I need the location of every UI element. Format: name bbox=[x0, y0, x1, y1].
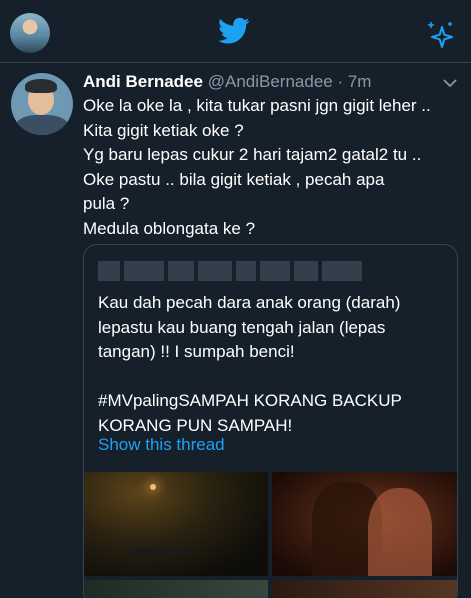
quoted-text-line: Kau dah pecah dara anak orang (darah) bbox=[98, 293, 401, 312]
media-image-1[interactable] bbox=[84, 472, 268, 576]
quoted-text-line: tangan) !! I sumpah benci! bbox=[98, 342, 295, 361]
tweet-timestamp[interactable]: · 7m bbox=[337, 72, 371, 91]
media-grid bbox=[84, 472, 457, 598]
quoted-text-line bbox=[98, 365, 448, 390]
quoted-tweet-card[interactable]: Kau dah pecah dara anak orang (darah) le… bbox=[83, 244, 458, 598]
quoted-tweet-text: Kau dah pecah dara anak orang (darah) le… bbox=[98, 291, 448, 438]
tweet-text-line: Oke la oke la , kita tukar pasni jgn gig… bbox=[83, 96, 431, 115]
tweet-text-line: Yg baru lepas cukur 2 hari tajam2 gatal2… bbox=[83, 145, 422, 164]
chevron-down-icon[interactable] bbox=[443, 78, 457, 88]
twitter-bird-icon[interactable] bbox=[218, 17, 250, 45]
media-image-4[interactable] bbox=[272, 580, 457, 598]
tweet-text-line: Oke pastu .. bila gigit ketiak , pecah a… bbox=[83, 169, 385, 189]
profile-avatar-button[interactable] bbox=[10, 13, 50, 53]
media-image-3[interactable] bbox=[84, 580, 268, 598]
tweet-text-line: Medula oblongata ke ? bbox=[83, 218, 256, 238]
author-handle[interactable]: @AndiBernadee bbox=[208, 72, 333, 91]
quoted-author-blurred bbox=[98, 261, 378, 281]
twitter-app: Andi Bernadee @AndiBernadee · 7m Oke la … bbox=[0, 0, 471, 598]
tweet-header: Andi Bernadee @AndiBernadee · 7m bbox=[83, 72, 371, 92]
quoted-text-line: #MVpalingSAMPAH KORANG BACKUP bbox=[98, 391, 402, 410]
media-image-2[interactable] bbox=[272, 472, 457, 576]
top-bar bbox=[0, 0, 471, 63]
author-display-name[interactable]: Andi Bernadee bbox=[83, 72, 203, 91]
tweet-text-line: pula ? bbox=[83, 194, 130, 213]
tweet-text: Oke la oke la , kita tukar pasni jgn gig… bbox=[83, 94, 463, 241]
quoted-text-line: lepastu kau buang tengah jalan (lepas bbox=[98, 317, 386, 337]
tweet-text-line: Kita gigit ketiak oke ? bbox=[83, 120, 244, 140]
sparkle-icon[interactable] bbox=[425, 20, 455, 50]
author-avatar[interactable] bbox=[11, 73, 73, 135]
show-thread-link[interactable]: Show this thread bbox=[98, 434, 225, 456]
